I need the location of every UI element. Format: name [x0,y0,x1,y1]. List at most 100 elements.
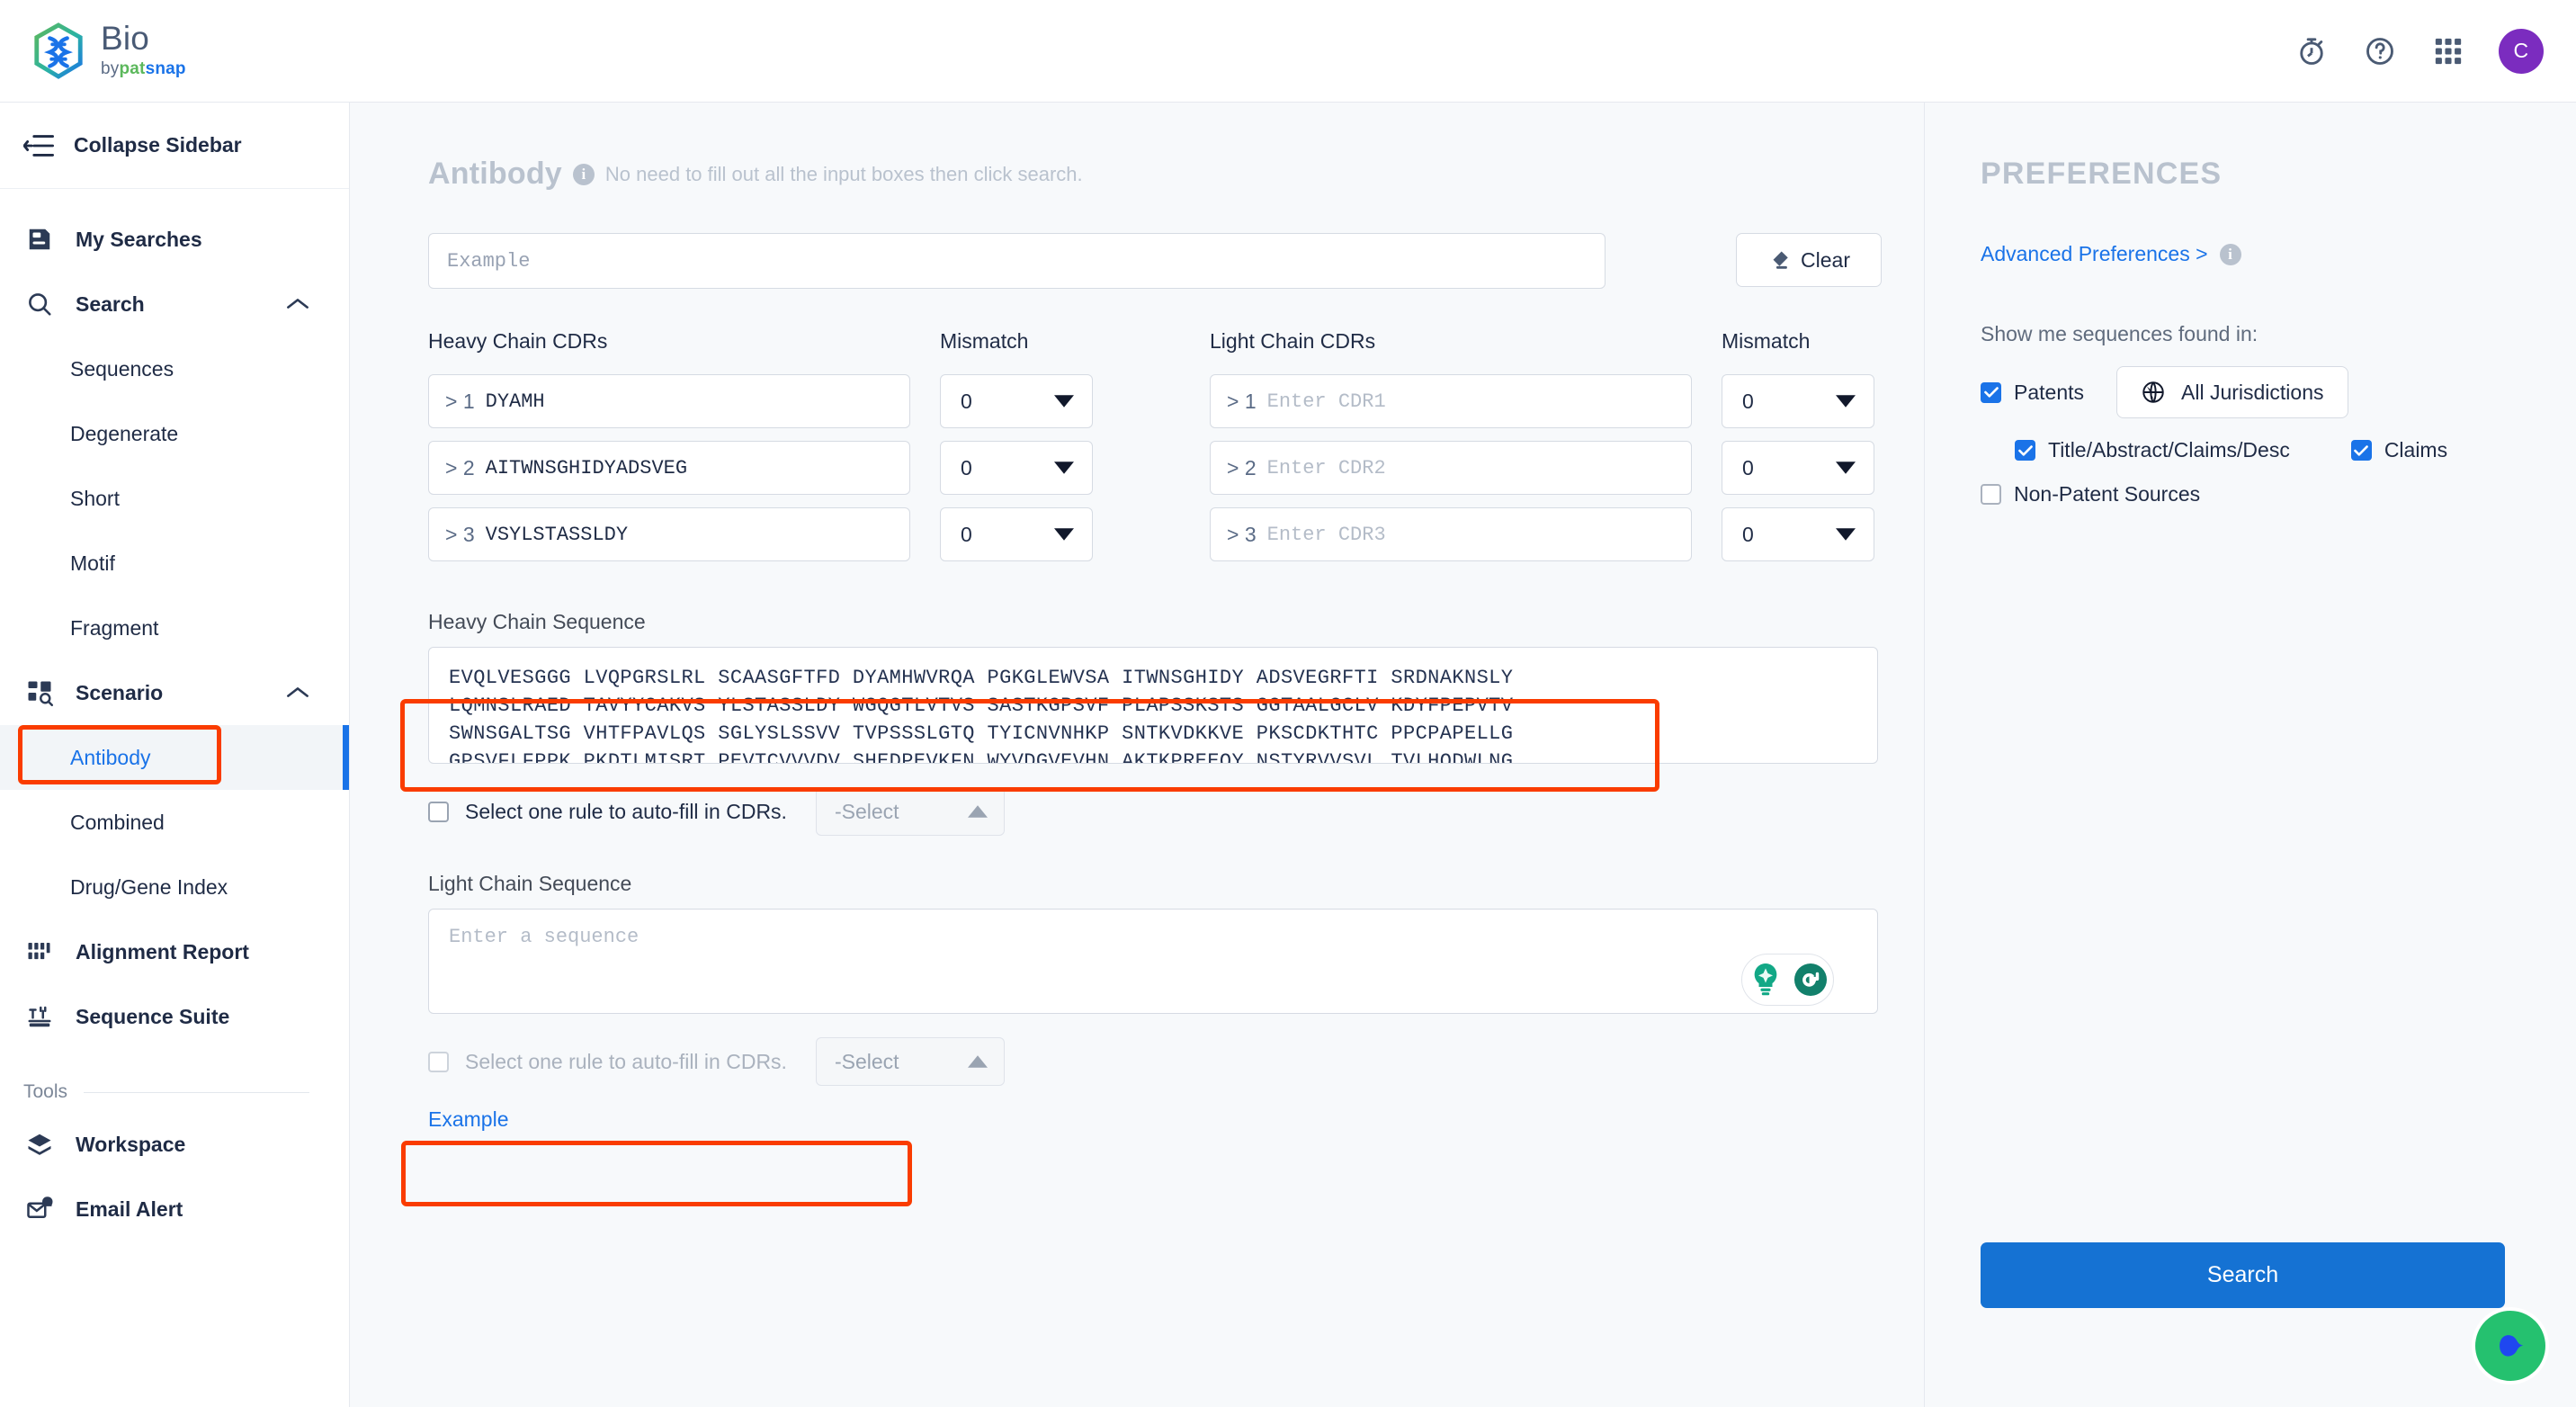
sidebar-item-scenario[interactable]: Scenario [0,660,349,725]
light-cdr-label: Light Chain CDRs [1210,329,1376,353]
heavy-autofill-select[interactable]: -Select [815,787,1005,836]
heavy-mismatch1-select[interactable]: 0 [940,374,1093,428]
email-alert-icon [23,1196,56,1223]
sidebar-item-fragment[interactable]: Fragment [0,596,349,660]
sidebar-item-short[interactable]: Short [0,466,349,531]
sidebar-item-sequence-suite[interactable]: Sequence Suite [0,984,349,1049]
light-cdr-column: Light Chain CDRs > 1 Enter CDR1 > 2 Ente… [1210,329,1692,574]
apps-grid-icon[interactable] [2430,33,2466,69]
heavy-cdr2-input[interactable]: > 2 AITWNSGHIDYADSVEG [428,441,910,495]
light-mismatch1-value: 0 [1742,389,1754,413]
chevron-down-icon [1054,528,1074,541]
sidebar-item-workspace[interactable]: Workspace [0,1112,349,1177]
claims-checkbox[interactable] [2350,440,2372,461]
heavy-cdr2-index: > 2 [445,455,475,479]
grammar-refresh-icon[interactable] [1790,959,1831,1000]
chevron-down-icon [1836,395,1856,408]
preferences-panel: PREFERENCES Advanced Preferences > i Sho… [1924,103,2576,1407]
lightbulb-ai-icon[interactable] [1745,959,1786,1000]
sidebar-item-alignment-report[interactable]: Alignment Report [0,919,349,984]
light-autofill-label: Select one rule to auto-fill in CDRs. [465,1049,787,1073]
light-autofill-select[interactable]: -Select [815,1037,1005,1086]
main-content: Antibody i No need to fill out all the i… [350,103,2576,1407]
antibody-search-form: Antibody i No need to fill out all the i… [350,103,1924,1407]
advanced-preferences-link[interactable]: Advanced Preferences > [1981,242,2208,266]
patents-label: Patents [2014,380,2084,404]
avatar[interactable]: C [2499,28,2544,74]
sidebar-item-antibody[interactable]: Antibody [0,725,349,790]
heavy-mismatch-label: Mismatch [940,329,1029,353]
heavy-sequence-line: SWNSGALTSG VHTFPAVLQS SGLYSLSSVV TVPSSSL… [449,722,1514,745]
heavy-cdr3-value: VSYLSTASSLDY [485,523,629,546]
example-link[interactable]: Example [428,1107,1924,1132]
sequence-action-buttons [1741,954,1834,1006]
eraser-icon [1773,251,1788,269]
light-cdr2-input[interactable]: > 2 Enter CDR2 [1210,441,1692,495]
title-abstract-checkbox[interactable] [2015,440,2035,461]
heavy-mismatch2-select[interactable]: 0 [940,441,1093,495]
sidebar-item-my-searches[interactable]: My Searches [0,207,349,272]
patents-checkbox[interactable] [1981,381,2001,403]
heavy-sequence-textarea[interactable]: EVQLVESGGG LVQPGRSLRL SCAASGFTFD DYAMHWV… [428,647,1878,764]
brand-text: Bio bypatsnap [101,22,186,81]
light-cdr1-index: > 1 [1227,389,1257,413]
heavy-cdr3-input[interactable]: > 3 VSYLSTASSLDY [428,507,910,561]
info-icon[interactable]: i [572,163,595,185]
sidebar-item-email-alert[interactable]: Email Alert [0,1177,349,1241]
bio-dna-hexagon-logo-icon [34,22,83,79]
light-sequence-placeholder: Enter a sequence [449,926,640,948]
sidebar-item-motif[interactable]: Motif [0,531,349,596]
search-icon [23,291,56,318]
sidebar-item-drug-gene-index[interactable]: Drug/Gene Index [0,855,349,919]
sidebar-sub-label: Antibody [70,745,151,769]
heavy-autofill-checkbox[interactable] [428,801,449,822]
sidebar-antibody-wrap: Antibody [0,725,349,790]
heavy-sequence-line: GPSVFLFPPK PKDTLMISRT PEVTCVVVDV SHEDPEV… [449,750,1514,764]
brand-logo-group[interactable]: Bio bypatsnap [31,22,186,81]
non-patent-checkbox[interactable] [1981,484,2001,505]
sidebar-item-label: Scenario [76,680,164,704]
info-icon[interactable]: i [2219,243,2241,265]
sidebar-item-sequences[interactable]: Sequences [0,336,349,401]
heavy-mismatch3-select[interactable]: 0 [940,507,1093,561]
sidebar-item-combined[interactable]: Combined [0,790,349,855]
heavy-sequence-label: Heavy Chain Sequence [428,610,646,633]
sidebar-item-search[interactable]: Search [0,272,349,336]
heavy-sequence-line: LQMNSLRAED TAVYYCAKVS YLSTASSLDY WGQGTLV… [449,695,1514,717]
example-input[interactable]: Example [428,233,1606,289]
clear-button[interactable]: Clear [1736,233,1882,287]
globe-icon [2142,381,2164,403]
help-icon[interactable] [2362,33,2398,69]
search-button[interactable]: Search [1981,1242,2505,1308]
collapse-sidebar-button[interactable]: Collapse Sidebar [0,103,349,189]
heavy-cdr1-input[interactable]: > 1 DYAMH [428,374,910,428]
sequence-suite-icon [23,1003,56,1030]
non-patent-row: Non-Patent Sources [1981,482,2576,506]
light-autofill-checkbox[interactable] [428,1051,449,1072]
scenario-icon [23,679,56,706]
light-cdr1-input[interactable]: > 1 Enter CDR1 [1210,374,1692,428]
chevron-down-icon [1054,462,1074,474]
light-cdr2-index: > 2 [1227,455,1257,479]
light-mismatch1-select[interactable]: 0 [1722,374,1874,428]
light-mismatch3-select[interactable]: 0 [1722,507,1874,561]
light-mismatch2-select[interactable]: 0 [1722,441,1874,495]
heavy-mismatch2-value: 0 [961,455,972,479]
light-cdr3-input[interactable]: > 3 Enter CDR3 [1210,507,1692,561]
chevron-down-icon [1836,528,1856,541]
chevron-up-icon [967,805,988,818]
advanced-preferences-row: Advanced Preferences > i [1981,242,2576,266]
sidebar-item-degenerate[interactable]: Degenerate [0,401,349,466]
light-sequence-label: Light Chain Sequence [428,872,632,895]
chat-widget-button[interactable] [2472,1307,2549,1385]
stopwatch-icon[interactable] [2294,33,2330,69]
heavy-autofill-select-value: -Select [834,799,899,823]
sidebar-sub-label: Degenerate [70,421,179,445]
light-sequence-textarea[interactable]: Enter a sequence [428,909,1878,1014]
all-jurisdictions-button[interactable]: All Jurisdictions [2116,366,2348,418]
patent-subfilters-row: Title/Abstract/Claims/Desc Claims [2015,438,2576,462]
sidebar-nav: My Searches Search Sequences Degenerate … [0,189,349,1241]
light-mismatch-column: Mismatch 0 0 0 [1722,329,1874,574]
brand-by: by [101,58,120,78]
sidebar-item-label: Sequence Suite [76,1004,230,1028]
